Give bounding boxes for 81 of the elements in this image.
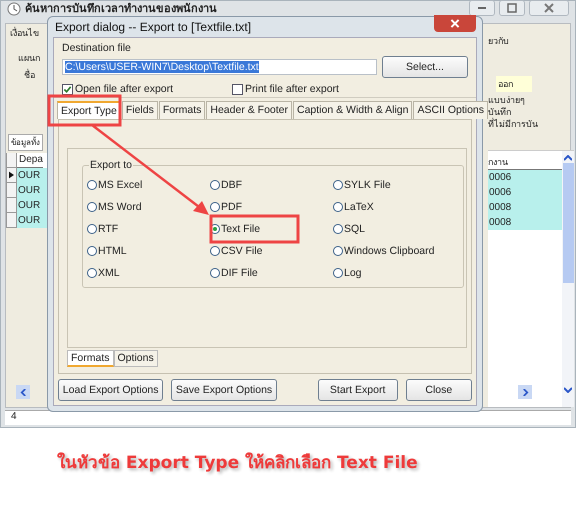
radio-label: SYLK File [344, 178, 391, 190]
dialog-title: Export dialog -- Export to [Textfile.txt] [55, 20, 252, 34]
radio-button[interactable] [87, 202, 97, 212]
radio-label: CSV File [221, 244, 262, 256]
radio-button[interactable] [87, 246, 97, 256]
checkbox-label: Open file after export [75, 83, 174, 95]
radio-label: SQL [344, 222, 366, 234]
close-icon [450, 18, 460, 28]
scroll-left-button[interactable] [16, 385, 30, 399]
dialog-button[interactable]: Save Export Options [171, 379, 277, 401]
row-pointer-icon [9, 171, 14, 179]
caption-text: ในหัวข้อ Export Type ให้คลิกเลือก Text File [57, 451, 418, 475]
radio-button[interactable] [210, 268, 220, 278]
option-label: ที่ไม่มีการบัน [488, 118, 538, 130]
radio-button[interactable] [333, 224, 343, 234]
radio-label: DBF [221, 178, 242, 190]
dialog-button[interactable]: Close [406, 379, 472, 401]
dialog-button[interactable]: Start Export [318, 379, 398, 401]
radio-label: Text File [221, 222, 260, 234]
radio-button[interactable] [333, 268, 343, 278]
maximize-icon [507, 3, 517, 13]
tab[interactable]: Export Type [57, 101, 121, 119]
option-label: แบบง่ายๆ [488, 94, 525, 106]
tab[interactable]: Caption & Width & Align [293, 101, 412, 119]
radio-button[interactable] [210, 202, 220, 212]
select-button[interactable]: Select... [382, 56, 468, 78]
minimize-button[interactable] [469, 0, 495, 16]
radio-label: XML [98, 266, 120, 278]
radio-label: HTML [98, 244, 127, 256]
table-cell: 0008 [488, 200, 562, 215]
radio-label: Log [344, 266, 362, 278]
radio-label: LaTeX [344, 200, 374, 212]
radio-button[interactable] [210, 246, 220, 256]
filter-label: เงื่อนไข [10, 26, 40, 40]
radio-label: PDF [221, 200, 242, 212]
table-cell: 0008 [488, 215, 562, 230]
tab[interactable]: Formats [67, 350, 114, 367]
tab[interactable]: Fields [122, 101, 158, 119]
scrollbar[interactable] [562, 151, 574, 407]
tab[interactable]: Header & Footer [206, 101, 292, 119]
destination-label: Destination file [62, 42, 132, 54]
dialog-button[interactable]: Load Export Options [58, 379, 164, 401]
radio-button[interactable] [87, 268, 97, 278]
clock-icon [7, 2, 21, 16]
radio-label: Windows Clipboard [344, 244, 434, 256]
scrollbar-thumb[interactable] [562, 163, 574, 283]
close-icon [544, 3, 554, 13]
table-cell: 0006 [488, 185, 562, 200]
filter-label: แผนก [17, 52, 41, 65]
radio-button[interactable] [333, 202, 343, 212]
radio-button[interactable] [333, 246, 343, 256]
checkbox-label: Print file after export [245, 83, 339, 95]
radio-button[interactable] [87, 224, 97, 234]
tab[interactable]: ASCII Options [413, 101, 488, 119]
tab[interactable]: Options [114, 350, 158, 367]
radio-label: DIF File [221, 266, 258, 278]
input-field[interactable]: ออก [496, 76, 532, 92]
close-button[interactable] [434, 14, 476, 32]
close-button[interactable] [529, 0, 569, 16]
data-tab[interactable]: ข้อมูลทั้ง [8, 134, 43, 151]
status-text: 4 [11, 411, 17, 422]
checkbox[interactable] [232, 84, 243, 94]
option-label: ยวกับ [488, 35, 509, 48]
window-title: ค้นหาการบันทึกเวลาทำงานของพนักงาน [25, 2, 217, 16]
radio-label: MS Word [98, 200, 142, 212]
option-label: บันทึก [488, 106, 511, 118]
tab[interactable]: Formats [158, 101, 206, 119]
checkbox[interactable] [62, 84, 73, 94]
minimize-icon [478, 7, 486, 9]
radio-button[interactable] [87, 180, 97, 190]
filter-label: ชื่อ [23, 68, 36, 82]
maximize-button[interactable] [499, 0, 525, 16]
radio-button[interactable] [210, 180, 220, 190]
row-header[interactable] [6, 168, 17, 183]
radio-button[interactable] [333, 180, 343, 190]
group-title: Export to [89, 159, 134, 171]
table-cell: 0006 [488, 170, 562, 185]
radio-label: RTF [98, 222, 118, 234]
scroll-right-button[interactable] [518, 385, 532, 399]
radio-label: MS Excel [98, 178, 142, 190]
destination-field[interactable]: C:\Users\USER-WIN7\Desktop\Textfile.txt [62, 59, 377, 75]
